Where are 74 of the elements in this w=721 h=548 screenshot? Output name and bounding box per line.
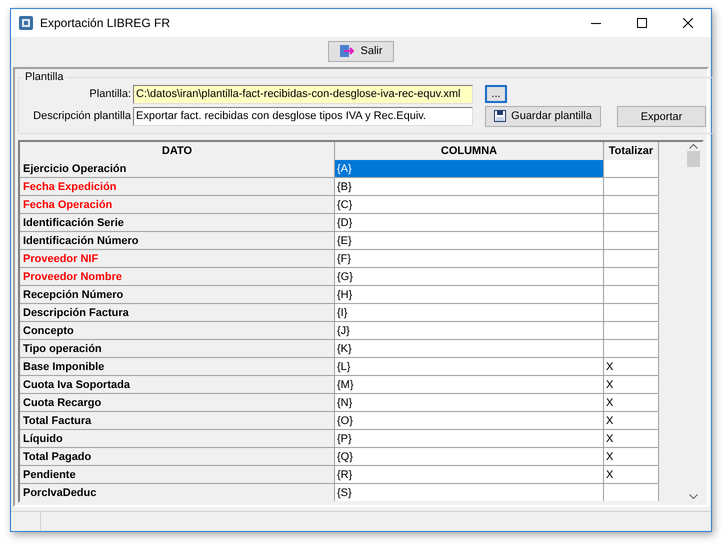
scroll-down-icon[interactable] [689,494,698,499]
table-cell: Proveedor Nombre [20,268,335,286]
table-cell: Identificación Serie [20,214,335,232]
table-cell[interactable]: X [604,466,659,484]
table-cell[interactable]: {J} [335,322,604,340]
app-icon [18,15,34,31]
table-cell: Total Factura [20,412,335,430]
export-button[interactable]: Exportar [617,106,706,127]
table-cell[interactable]: X [604,394,659,412]
table-cell[interactable]: X [604,376,659,394]
table-cell[interactable]: {N} [335,394,604,412]
table-cell[interactable] [604,286,659,304]
table-cell[interactable]: {K} [335,340,604,358]
table-cell: Líquido [20,430,335,448]
table-cell[interactable] [604,196,659,214]
table-cell: Pendiente [20,466,335,484]
browse-button[interactable]: ... [485,85,507,103]
group-title: Plantilla [24,71,65,83]
table-cell[interactable]: {O} [335,412,604,430]
table-cell[interactable]: {L} [335,358,604,376]
table-cell[interactable]: {P} [335,430,604,448]
table-cell[interactable]: X [604,448,659,466]
table-cell: Proveedor NIF [20,250,335,268]
table-cell: Base Imponible [20,358,335,376]
table-cell[interactable]: {S} [335,484,604,501]
description-field[interactable]: Exportar fact. recibidas con desglose tipos IVA y Rec.Equiv. [133,106,473,126]
close-icon [683,18,693,28]
table-cell[interactable] [604,178,659,196]
table-cell[interactable]: {D} [335,214,604,232]
table-cell[interactable]: {G} [335,268,604,286]
save-template-button[interactable]: Guardar plantilla [485,106,601,126]
table-cell[interactable]: X [604,412,659,430]
table-cell[interactable]: {F} [335,250,604,268]
table-cell: Cuota Iva Soportada [20,376,335,394]
table-cell[interactable]: X [604,358,659,376]
table-cell: Total Pagado [20,448,335,466]
table-cell[interactable]: {A} [335,160,604,178]
table-cell[interactable]: X [604,430,659,448]
maximize-icon [637,18,647,28]
table-cell[interactable] [604,160,659,178]
scroll-thumb[interactable] [687,151,700,167]
exit-button[interactable]: Salir [328,40,394,62]
template-field[interactable]: C:\datos\iran\plantilla-fact-recibidas-con-desglose-iva-rec-equv.xml [133,84,473,104]
table-cell[interactable] [604,304,659,322]
table-cell[interactable] [604,214,659,232]
table-cell[interactable] [604,340,659,358]
table-cell: Cuota Recargo [20,394,335,412]
table-cell: Descripción Factura [20,304,335,322]
exit-icon [339,44,356,58]
template-label: Plantilla: [88,88,131,100]
table-cell[interactable]: {H} [335,286,604,304]
table-cell: Fecha Expedición [20,178,335,196]
table-cell: Tipo operación [20,340,335,358]
table-cell[interactable]: {R} [335,466,604,484]
table-cell[interactable]: {M} [335,376,604,394]
table-cell: Concepto [20,322,335,340]
table-cell[interactable]: {I} [335,304,604,322]
table-cell[interactable]: {B} [335,178,604,196]
table-cell[interactable] [604,322,659,340]
scroll-up-icon[interactable] [689,144,698,149]
table-cell: Fecha Operación [20,196,335,214]
table-cell[interactable] [604,484,659,501]
table-cell[interactable] [604,232,659,250]
table-cell[interactable] [604,268,659,286]
table-cell[interactable]: {C} [335,196,604,214]
window-title: Exportación LIBREG FR [40,16,172,30]
table-cell[interactable]: {Q} [335,448,604,466]
table-cell[interactable] [604,250,659,268]
description-label: Descripción plantilla [32,110,131,122]
table-cell: Identificación Número [20,232,335,250]
table-cell: Ejercicio Operación [20,160,335,178]
floppy-icon [494,110,506,122]
table-cell: Recepción Número [20,286,335,304]
table-cell[interactable]: {E} [335,232,604,250]
